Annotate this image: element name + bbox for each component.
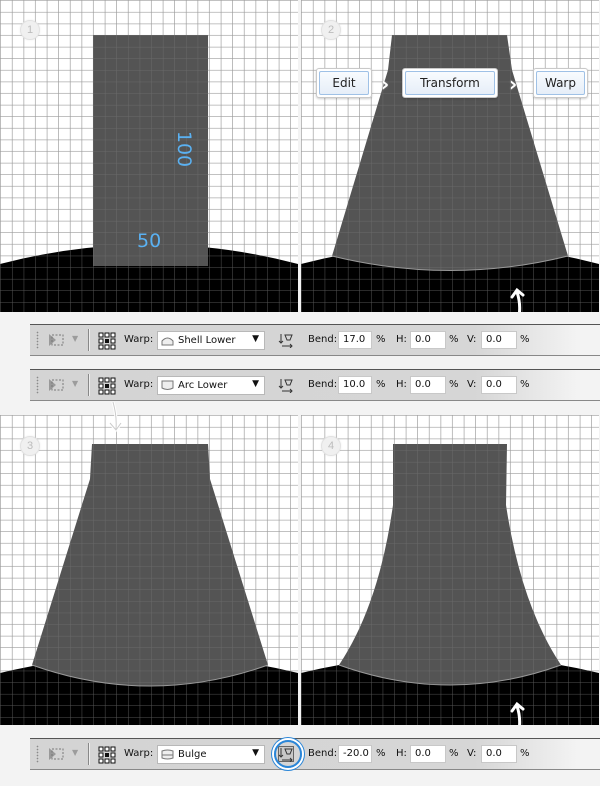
horizontal-distortion-input[interactable]: 0.0 [410, 745, 446, 763]
toolbar-grip[interactable] [36, 331, 39, 349]
change-warp-orientation-icon[interactable] [278, 377, 294, 393]
marquee-move-icon[interactable] [48, 333, 64, 347]
horizontal-distortion-input[interactable]: 0.0 [410, 376, 446, 394]
vertical-distortion-label: V: [467, 748, 477, 759]
reference-point-grid-icon[interactable] [98, 746, 116, 764]
marquee-move-icon[interactable] [48, 378, 64, 392]
menu-warp[interactable]: Warp [533, 68, 588, 98]
warp-options-bar-1: ▼ Warp: Shell Lower ▼ Bend: 17.0 % H: 0.… [30, 324, 600, 356]
step-badge: 3 [20, 436, 40, 456]
step-3-panel: 3 [0, 415, 298, 725]
bend-input[interactable]: -20.0 [338, 745, 372, 763]
marquee-move-icon[interactable] [48, 747, 64, 761]
caret-down-icon: ▼ [252, 334, 259, 344]
warp-style-select[interactable]: Shell Lower ▼ [157, 331, 265, 350]
step-4-canvas [301, 415, 599, 725]
bend-label: Bend: [308, 748, 338, 759]
step-3-canvas [0, 415, 298, 725]
width-dimension-label: 50 [137, 230, 162, 252]
warp-label: Warp: [124, 334, 154, 345]
vertical-distortion-input[interactable]: 0.0 [481, 331, 517, 349]
warp-label: Warp: [124, 379, 154, 390]
caret-down-icon: ▼ [252, 748, 259, 758]
toolbar-grip[interactable] [36, 745, 39, 763]
caret-down-icon[interactable]: ▼ [72, 748, 78, 757]
step-4-panel: 4 [301, 415, 599, 725]
caret-down-icon: ▼ [252, 379, 259, 389]
caret-down-icon[interactable]: ▼ [72, 334, 78, 343]
bulge-shape-icon [161, 749, 174, 760]
bend-label: Bend: [308, 379, 338, 390]
chevron-right-icon: › [509, 72, 518, 96]
step-badge: 4 [321, 436, 341, 456]
curved-arrow-icon [510, 287, 525, 312]
bend-label: Bend: [308, 334, 338, 345]
reference-point-grid-icon[interactable] [98, 377, 116, 395]
vertical-distortion-input[interactable]: 0.0 [481, 376, 517, 394]
warp-options-bar-2: ▼ Warp: Arc Lower ▼ Bend: 10.0 % H: 0.0 … [30, 369, 600, 401]
reference-point-grid-icon[interactable] [98, 332, 116, 350]
height-dimension-label: 100 [173, 130, 196, 168]
change-warp-orientation-icon[interactable] [278, 332, 294, 348]
horizontal-distortion-input[interactable]: 0.0 [410, 331, 446, 349]
arc-lower-shape-icon [161, 380, 174, 390]
curved-arrow-icon [108, 402, 123, 433]
warp-label: Warp: [124, 748, 154, 759]
bend-input[interactable]: 10.0 [338, 376, 372, 394]
step-badge: 1 [20, 20, 40, 40]
highlight-circle [274, 740, 302, 768]
toolbar-grip[interactable] [36, 376, 39, 394]
menu-edit[interactable]: Edit [316, 68, 372, 98]
horizontal-distortion-label: H: [396, 379, 407, 390]
vertical-distortion-input[interactable]: 0.0 [481, 745, 517, 763]
caret-down-icon[interactable]: ▼ [72, 379, 78, 388]
step-1-panel: 1 100 50 [0, 0, 298, 312]
vertical-distortion-label: V: [467, 334, 477, 345]
warp-style-select[interactable]: Bulge ▼ [157, 745, 265, 764]
step-2-panel: 2 Edit › Transform › Warp [301, 0, 599, 312]
bend-input[interactable]: 17.0 [338, 331, 372, 349]
chevron-right-icon: › [381, 72, 390, 96]
horizontal-distortion-label: H: [396, 748, 407, 759]
step-1-canvas [0, 0, 298, 312]
curved-arrow-icon [510, 701, 525, 725]
horizontal-distortion-label: H: [396, 334, 407, 345]
shell-lower-shape-icon [161, 337, 174, 346]
vertical-distortion-label: V: [467, 379, 477, 390]
step-2-canvas [301, 0, 599, 312]
step-badge: 2 [321, 20, 341, 40]
warp-options-bar-3: ▼ Warp: Bulge ▼ Bend: -20.0 % H: 0.0 % V… [30, 738, 600, 770]
warp-style-select[interactable]: Arc Lower ▼ [157, 376, 265, 395]
menu-transform[interactable]: Transform [402, 68, 498, 98]
